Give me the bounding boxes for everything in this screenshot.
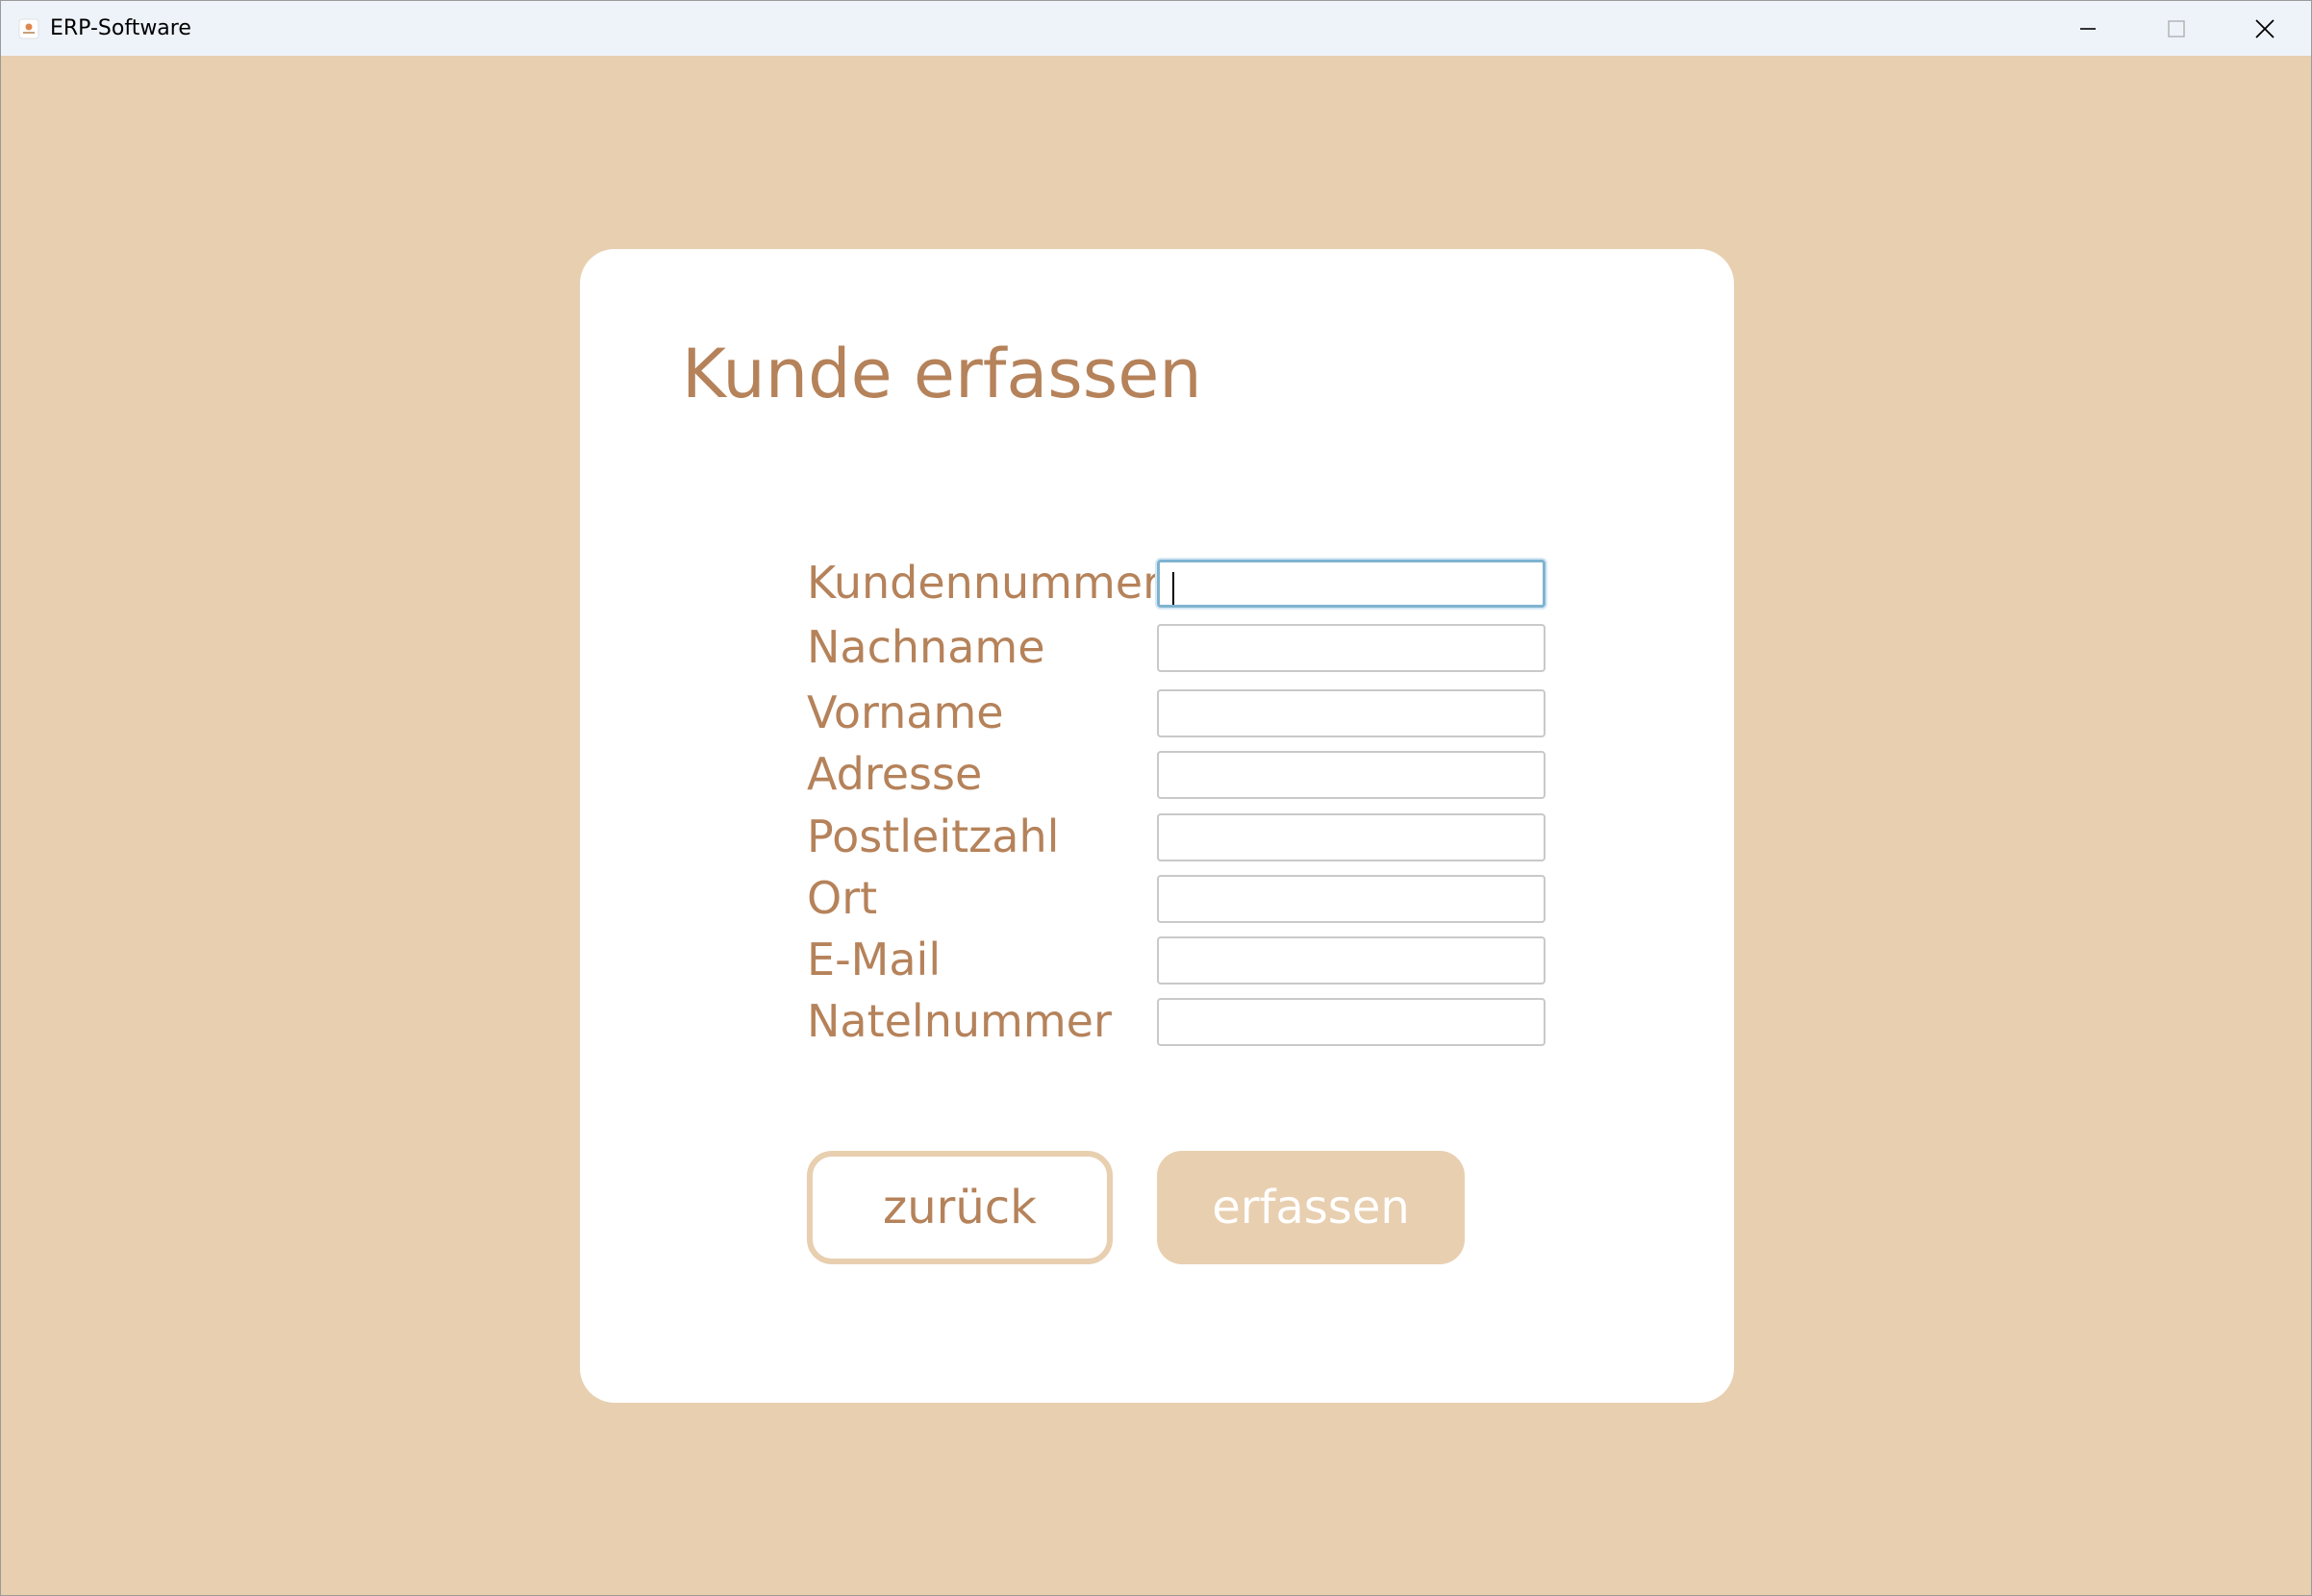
form-row-vorname: Vorname: [807, 684, 1557, 741]
field-label-postleitzahl: Postleitzahl: [807, 810, 1060, 862]
window-title: ERP-Software: [50, 16, 191, 40]
email-input[interactable]: [1157, 936, 1546, 985]
postleitzahl-input[interactable]: [1157, 813, 1546, 861]
customer-form-card: Kunde erfassen Kundennummer Nachname Vor…: [580, 249, 1734, 1403]
close-button[interactable]: [2221, 1, 2309, 56]
text-caret: [1172, 572, 1174, 605]
form-row-kundennummer: Kundennummer: [807, 554, 1557, 611]
field-label-nachname: Nachname: [807, 621, 1045, 673]
field-label-vorname: Vorname: [807, 686, 1004, 738]
form-row-nachname: Nachname: [807, 618, 1557, 676]
kundennummer-input[interactable]: [1157, 560, 1546, 608]
field-label-ort: Ort: [807, 872, 878, 924]
field-label-email: E-Mail: [807, 934, 942, 985]
form-row-adresse: Adresse: [807, 745, 1557, 803]
maximize-icon: [2168, 19, 2185, 37]
form-row-ort: Ort: [807, 869, 1557, 927]
back-button[interactable]: zurück: [807, 1151, 1113, 1264]
natelnummer-input[interactable]: [1157, 998, 1546, 1046]
field-label-natelnummer: Natelnummer: [807, 995, 1112, 1047]
minimize-icon: [2080, 27, 2096, 30]
title-bar[interactable]: ERP-Software: [1, 1, 2311, 56]
adresse-input[interactable]: [1157, 751, 1546, 799]
app-window: ERP-Software Kunde erfassen Kundennummer: [0, 0, 2312, 1596]
vorname-input[interactable]: [1157, 689, 1546, 737]
form-row-natelnummer: Natelnummer: [807, 992, 1557, 1050]
maximize-button[interactable]: [2132, 1, 2221, 56]
form-row-postleitzahl: Postleitzahl: [807, 808, 1557, 865]
field-label-kundennummer: Kundennummer: [807, 557, 1161, 609]
ort-input[interactable]: [1157, 875, 1546, 923]
page-title: Kunde erfassen: [682, 335, 1202, 413]
erp-app-icon: [17, 17, 40, 40]
submit-button[interactable]: erfassen: [1157, 1151, 1465, 1264]
nachname-input[interactable]: [1157, 624, 1546, 672]
close-icon: [2255, 18, 2274, 38]
field-label-adresse: Adresse: [807, 748, 983, 800]
minimize-button[interactable]: [2044, 1, 2132, 56]
form-row-email: E-Mail: [807, 931, 1557, 988]
